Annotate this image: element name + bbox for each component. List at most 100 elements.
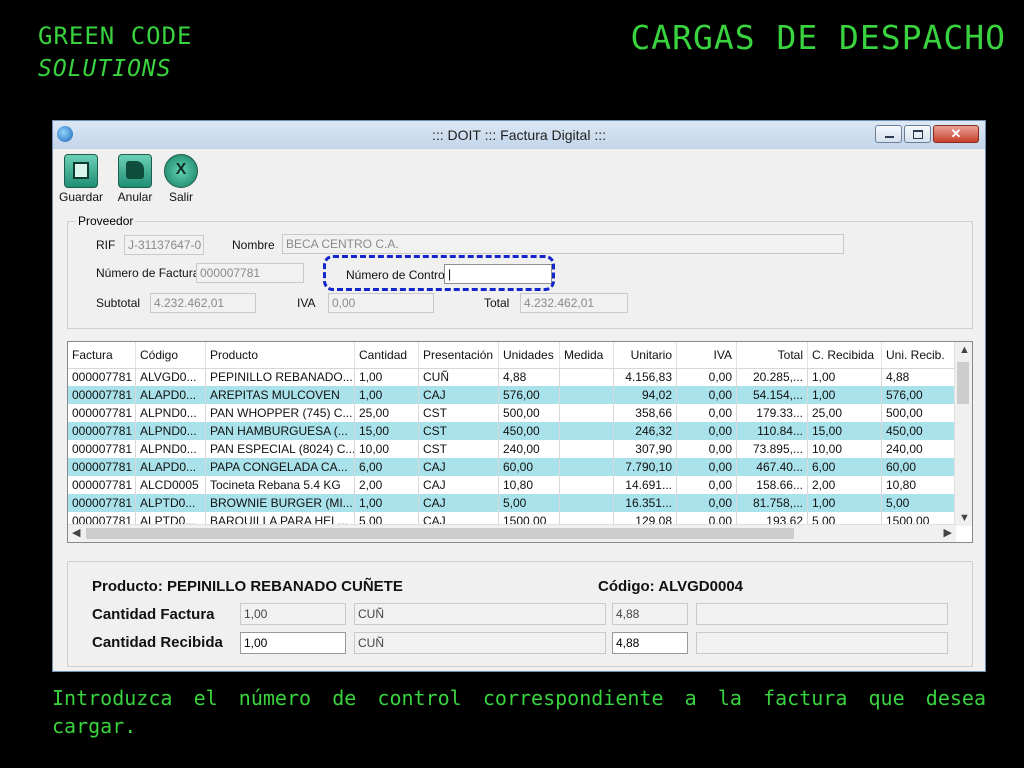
table-cell: CAJ	[419, 458, 499, 476]
window-title: ::: DOIT ::: Factura Digital :::	[431, 127, 606, 143]
table-cell: 576,00	[499, 386, 560, 404]
column-header[interactable]: Unidades	[499, 342, 560, 368]
table-cell: 15,00	[808, 422, 882, 440]
horizontal-scroll-thumb[interactable]	[86, 528, 794, 539]
table-cell: 25,00	[355, 404, 419, 422]
column-header[interactable]: Unitario	[614, 342, 677, 368]
table-row[interactable]: 000007781 ALPTD0... BROWNIE BURGER (MI... 1…	[68, 494, 956, 512]
table-cell: 1,00	[808, 368, 882, 386]
table-cell: 54.154,...	[737, 386, 808, 404]
table-row[interactable]: 000007781 ALPND0... PAN ESPECIAL (8024) C.…	[68, 440, 956, 458]
subtotal-label: Subtotal	[96, 296, 141, 310]
control-number-highlight	[323, 255, 555, 291]
close-icon: ✕	[950, 126, 962, 141]
table-cell: PAN ESPECIAL (8024) C...	[206, 440, 355, 458]
cancel-hand-icon	[118, 154, 152, 188]
anular-button[interactable]: Anular	[113, 154, 157, 204]
cantidad-factura-presentacion[interactable]: CUÑ	[354, 603, 606, 625]
close-button[interactable]: ✕	[933, 125, 979, 143]
column-header[interactable]: Producto	[206, 342, 355, 368]
cantidad-recibida-label: Cantidad Recibida	[92, 634, 223, 651]
horizontal-scrollbar[interactable]: ◀ ▶	[68, 524, 956, 542]
table-cell: ALAPD0...	[136, 458, 206, 476]
table-cell	[560, 368, 614, 386]
table-cell: 4,88	[882, 368, 956, 386]
cantidad-recibida-unidades[interactable]: 4,88	[612, 632, 688, 654]
table-cell: BROWNIE BURGER (MI...	[206, 494, 355, 512]
table-cell: 0,00	[677, 476, 737, 494]
table-cell: 000007781	[68, 494, 136, 512]
brand-name: GREEN CODE	[38, 22, 193, 50]
table-cell: 10,80	[499, 476, 560, 494]
nombre-field[interactable]: BECA CENTRO C.A.	[282, 234, 844, 254]
anular-label: Anular	[117, 190, 153, 204]
maximize-button[interactable]	[904, 125, 931, 143]
table-cell: 158.66...	[737, 476, 808, 494]
cantidad-recibida-presentacion[interactable]: CUÑ	[354, 632, 606, 654]
table-cell: 5,00	[882, 494, 956, 512]
column-header[interactable]: Total	[737, 342, 808, 368]
table-row[interactable]: 000007781 ALAPD0... AREPITAS MULCOVEN 1,00 C…	[68, 386, 956, 404]
products-grid[interactable]: Factura Código Producto Cantidad Presentació…	[67, 341, 973, 543]
window-titlebar[interactable]: ::: DOIT ::: Factura Digital ::: ✕	[53, 121, 985, 149]
table-cell: 450,00	[499, 422, 560, 440]
proveedor-legend: Proveedor	[76, 214, 136, 228]
column-header[interactable]: Presentación	[419, 342, 499, 368]
table-cell: CAJ	[419, 476, 499, 494]
scroll-down-icon[interactable]: ▼	[959, 510, 970, 526]
scroll-right-icon[interactable]: ▶	[944, 525, 952, 541]
salir-button[interactable]: X Salir	[159, 154, 203, 204]
table-cell	[560, 386, 614, 404]
table-row[interactable]: 000007781 ALVGD0... PEPINILLO REBANADO... 1…	[68, 368, 956, 386]
guardar-button[interactable]: Guardar	[59, 154, 103, 204]
detail-panel: Producto: PEPINILLO REBANADO CUÑETE Códi…	[67, 561, 973, 667]
minimize-button[interactable]	[875, 125, 902, 143]
table-row[interactable]: 000007781 ALPND0... PAN WHOPPER (745) C...…	[68, 404, 956, 422]
subtotal-field[interactable]: 4.232.462,01	[150, 293, 256, 313]
scroll-up-icon[interactable]: ▲	[959, 342, 970, 358]
numero-factura-field[interactable]: 000007781	[196, 263, 304, 283]
scroll-left-icon[interactable]: ◀	[72, 525, 80, 541]
column-header[interactable]: Código	[136, 342, 206, 368]
cantidad-factura-extra[interactable]	[696, 603, 948, 625]
table-cell	[560, 494, 614, 512]
table-cell: 500,00	[499, 404, 560, 422]
table-cell	[560, 404, 614, 422]
table-cell: PAN WHOPPER (745) C...	[206, 404, 355, 422]
table-cell: 307,90	[614, 440, 677, 458]
cantidad-factura-unidades[interactable]: 4,88	[612, 603, 688, 625]
guardar-label: Guardar	[59, 190, 104, 204]
table-cell: 246,32	[614, 422, 677, 440]
rif-label: RIF	[96, 238, 116, 252]
table-cell: 000007781	[68, 368, 136, 386]
vertical-scrollbar[interactable]: ▲ ▼	[954, 342, 972, 526]
table-cell: 0,00	[677, 458, 737, 476]
table-row[interactable]: 000007781 ALAPD0... PAPA CONGELADA CA... 6,…	[68, 458, 956, 476]
table-row[interactable]: 000007781 ALCD0005 Tocineta Rebana 5.4 KG 2…	[68, 476, 956, 494]
table-row[interactable]: 000007781 ALPND0... PAN HAMBURGUESA (... 15…	[68, 422, 956, 440]
table-cell: 240,00	[882, 440, 956, 458]
total-field[interactable]: 4.232.462,01	[520, 293, 628, 313]
table-cell: AREPITAS MULCOVEN	[206, 386, 355, 404]
cantidad-factura-field[interactable]: 1,00	[240, 603, 346, 625]
table-cell: 000007781	[68, 476, 136, 494]
invoice-window: ::: DOIT ::: Factura Digital ::: ✕ Guard…	[52, 120, 986, 672]
exit-icon: X	[164, 154, 198, 188]
vertical-scroll-thumb[interactable]	[957, 362, 969, 404]
column-header[interactable]: IVA	[677, 342, 737, 368]
table-cell: 6,00	[808, 458, 882, 476]
column-header[interactable]: Medida	[560, 342, 614, 368]
column-header[interactable]: Cantidad	[355, 342, 419, 368]
rif-field[interactable]: J-31137647-0	[124, 235, 204, 255]
column-header[interactable]: Factura	[68, 342, 136, 368]
column-header[interactable]: Uni. Recib.	[882, 342, 956, 368]
table-cell: 0,00	[677, 440, 737, 458]
column-header[interactable]: C. Recibida	[808, 342, 882, 368]
table-cell: 179.33...	[737, 404, 808, 422]
iva-field[interactable]: 0,00	[328, 293, 434, 313]
salir-label: Salir	[168, 190, 193, 204]
cantidad-recibida-input[interactable]: 1,00	[240, 632, 346, 654]
table-cell: 358,66	[614, 404, 677, 422]
cantidad-recibida-extra[interactable]	[696, 632, 948, 654]
table-cell: ALPND0...	[136, 404, 206, 422]
